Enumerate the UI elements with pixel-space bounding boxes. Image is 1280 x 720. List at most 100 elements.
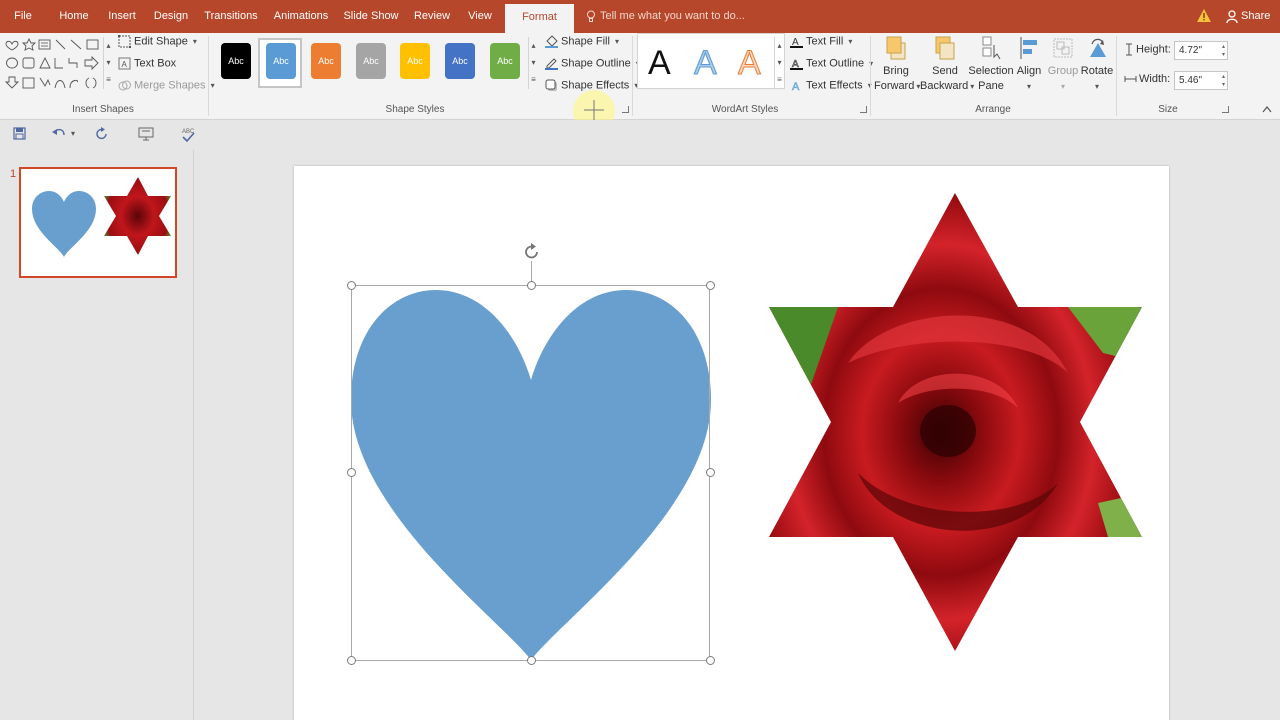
shape-outline-label: Shape Outline <box>561 57 631 70</box>
slide-thumbnail-1[interactable] <box>19 167 177 278</box>
tab-design[interactable]: Design <box>148 0 194 33</box>
tab-view[interactable]: View <box>462 0 498 33</box>
shape-styles-group-label: Shape Styles <box>385 104 445 115</box>
collapse-ribbon-icon[interactable] <box>1262 105 1272 113</box>
selection-pane-button[interactable]: Selection Pane <box>968 35 1014 94</box>
selection-pane-label-2: Pane <box>978 80 1004 92</box>
tab-home[interactable]: Home <box>52 0 96 33</box>
text-outline-icon: A <box>790 59 803 70</box>
scroll-up-icon[interactable]: ▴ <box>104 37 113 54</box>
scroll-down-icon[interactable]: ▾ <box>775 54 784 71</box>
text-fill-label: Text Fill <box>806 35 844 48</box>
rotate-handle-icon[interactable] <box>522 242 542 262</box>
shapes-gallery[interactable] <box>5 38 105 92</box>
tell-me-box[interactable]: Tell me what you want to do... <box>586 0 745 33</box>
group-icon <box>1053 38 1073 58</box>
wordart-gallery[interactable]: A A A <box>637 33 785 89</box>
wordart-style-3[interactable]: A <box>738 44 762 83</box>
resize-handle-right[interactable] <box>706 468 715 477</box>
pencil-icon <box>545 58 558 70</box>
rose-star-picture[interactable] <box>768 193 1144 653</box>
resize-handle-left[interactable] <box>347 468 356 477</box>
merge-shapes-icon <box>118 80 131 91</box>
size-launcher-icon[interactable] <box>1222 106 1229 113</box>
repeat-icon[interactable] <box>95 127 109 141</box>
resize-handle-top-left[interactable] <box>347 281 356 290</box>
shape-style-swatch-2[interactable]: Abc <box>266 43 296 79</box>
text-outline-label: Text Outline <box>806 57 865 70</box>
tab-review[interactable]: Review <box>408 0 456 33</box>
width-input[interactable]: 5.46" ▴ ▾ <box>1174 71 1228 90</box>
shape-style-swatch-5[interactable]: Abc <box>400 43 430 79</box>
selection-pane-label-1: Selection <box>968 65 1014 77</box>
wordart-style-1[interactable]: A <box>648 44 671 83</box>
height-icon <box>1126 43 1132 56</box>
text-outline-button[interactable]: A Text Outline <box>790 57 873 70</box>
arrange-group-label: Arrange <box>975 104 1011 115</box>
more-icon[interactable]: ≡ <box>104 71 113 88</box>
undo-icon[interactable] <box>52 127 66 140</box>
scroll-up-icon[interactable]: ▴ <box>775 37 784 54</box>
wordart-launcher-icon[interactable] <box>860 106 867 113</box>
height-input[interactable]: 4.72" ▴ ▾ <box>1174 41 1228 60</box>
scroll-down-icon[interactable]: ▾ <box>104 54 113 71</box>
more-icon[interactable]: ≡ <box>775 71 784 88</box>
rotate-dropdown-icon[interactable]: ▾ <box>1095 82 1099 91</box>
wordart-styles-group-label: WordArt Styles <box>711 104 779 115</box>
share-label: Share <box>1241 10 1271 22</box>
align-dropdown-icon[interactable]: ▾ <box>1027 82 1031 91</box>
shape-style-swatch-7[interactable]: Abc <box>490 43 520 79</box>
group-dropdown-icon[interactable]: ▾ <box>1061 82 1065 91</box>
tab-animations[interactable]: Animations <box>268 0 334 33</box>
text-effects-button[interactable]: A Text Effects <box>790 79 872 94</box>
more-icon[interactable]: ≡ <box>529 71 538 88</box>
crosshair-cursor-icon <box>584 100 604 120</box>
tab-format[interactable]: Format <box>505 4 574 33</box>
scroll-up-icon[interactable]: ▴ <box>529 37 538 54</box>
shape-style-swatch-6[interactable]: Abc <box>445 43 475 79</box>
spelling-icon[interactable]: ABC <box>180 127 196 143</box>
send-backward-button[interactable]: Send Backward <box>920 35 974 94</box>
shape-style-swatch-3[interactable]: Abc <box>311 43 341 79</box>
send-backward-label-1: Send <box>932 65 958 77</box>
group-button[interactable]: Group ▾ <box>1046 35 1080 94</box>
rotate-button[interactable]: Rotate ▾ <box>1080 35 1114 94</box>
undo-dropdown-icon[interactable]: ▾ <box>71 129 75 138</box>
tab-file[interactable]: File <box>0 0 46 33</box>
resize-handle-top-right[interactable] <box>706 281 715 290</box>
tab-transitions[interactable]: Transitions <box>200 0 262 33</box>
save-icon[interactable] <box>13 127 26 140</box>
shape-fill-label: Shape Fill <box>561 35 610 48</box>
scroll-down-icon[interactable]: ▾ <box>529 54 538 71</box>
align-button[interactable]: Align ▾ <box>1014 35 1044 94</box>
tab-insert[interactable]: Insert <box>101 0 143 33</box>
text-effects-icon: A <box>792 81 801 94</box>
merge-shapes-button[interactable]: Merge Shapes <box>118 79 215 92</box>
width-spinner[interactable]: ▴ ▾ <box>1222 73 1225 89</box>
shape-outline-button[interactable]: Shape Outline <box>545 57 640 70</box>
bring-forward-button[interactable]: Bring Forward <box>874 35 920 94</box>
warning-icon[interactable] <box>1197 9 1211 22</box>
bring-forward-icon <box>886 36 906 60</box>
text-fill-button[interactable]: A Text Fill <box>790 35 852 48</box>
text-box-button[interactable]: A Text Box <box>118 57 176 70</box>
share-button[interactable]: Share <box>1226 0 1270 33</box>
tab-slide-show[interactable]: Slide Show <box>340 0 402 33</box>
shape-fill-button[interactable]: Shape Fill <box>545 35 619 48</box>
shape-styles-launcher-icon[interactable] <box>622 106 629 113</box>
shapes-gallery-scroll[interactable]: ▴ ▾ ≡ <box>103 37 113 89</box>
slideshow-icon[interactable] <box>138 127 154 141</box>
resize-handle-bottom[interactable] <box>527 656 536 665</box>
quick-access-toolbar: ▾ ABC <box>0 120 1280 150</box>
shape-style-swatch-1[interactable]: Abc <box>221 43 251 79</box>
shape-styles-gallery-scroll[interactable]: ▴ ▾ ≡ <box>528 37 538 89</box>
resize-handle-bottom-left[interactable] <box>347 656 356 665</box>
height-spinner[interactable]: ▴ ▾ <box>1222 43 1225 59</box>
wordart-gallery-scroll[interactable]: ▴ ▾ ≡ <box>774 37 784 89</box>
shape-style-swatch-4[interactable]: Abc <box>356 43 386 79</box>
rotate-icon <box>1090 38 1106 57</box>
edit-shape-button[interactable]: Edit Shape <box>117 34 197 49</box>
resize-handle-top[interactable] <box>527 281 536 290</box>
wordart-style-2[interactable]: A <box>694 44 718 83</box>
resize-handle-bottom-right[interactable] <box>706 656 715 665</box>
